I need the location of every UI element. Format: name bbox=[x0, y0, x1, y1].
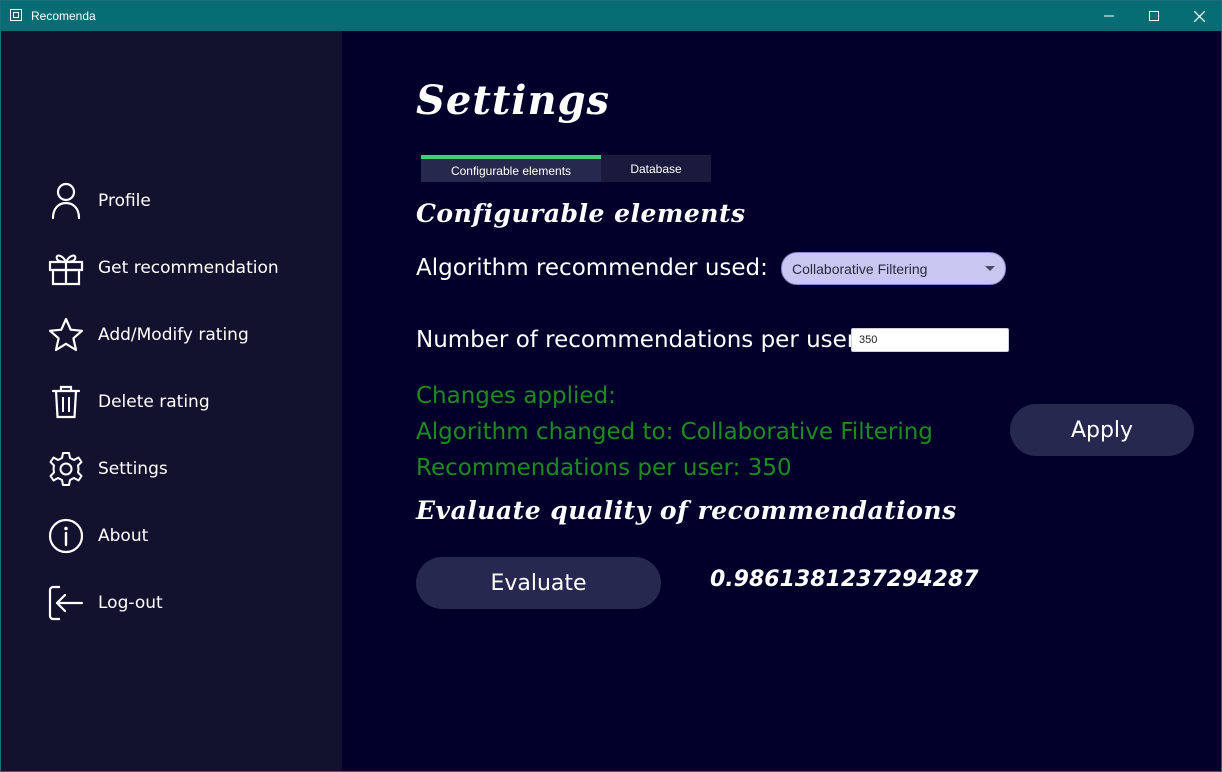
evaluate-button[interactable]: Evaluate bbox=[416, 557, 661, 609]
sidebar-item-add-modify-rating[interactable]: Add/Modify rating bbox=[47, 315, 327, 355]
window-title: Recomenda bbox=[31, 9, 96, 23]
apply-button[interactable]: Apply bbox=[1010, 404, 1194, 456]
close-button[interactable] bbox=[1176, 1, 1222, 31]
maximize-button[interactable] bbox=[1131, 1, 1177, 31]
close-icon bbox=[1193, 10, 1205, 22]
tab-configurable-elements[interactable]: Configurable elements bbox=[421, 155, 601, 182]
app-window: Recomenda Profile Get recommendation Add… bbox=[0, 0, 1222, 772]
sidebar-item-label: About bbox=[98, 526, 149, 546]
sidebar-item-about[interactable]: About bbox=[47, 516, 327, 556]
maximize-icon bbox=[1149, 11, 1159, 21]
sidebar-item-label: Log-out bbox=[98, 593, 163, 613]
app-logo-icon bbox=[10, 9, 22, 21]
user-icon bbox=[47, 181, 85, 221]
logout-icon bbox=[47, 583, 85, 623]
status-message: Changes applied: bbox=[416, 383, 616, 409]
title-bar[interactable]: Recomenda bbox=[1, 1, 1221, 31]
status-message: Algorithm changed to: Collaborative Filt… bbox=[416, 419, 933, 445]
sidebar-item-label: Get recommendation bbox=[98, 258, 279, 278]
sidebar-item-settings[interactable]: Settings bbox=[47, 449, 327, 489]
chevron-down-icon bbox=[985, 266, 995, 271]
trash-icon bbox=[47, 382, 85, 422]
sidebar-item-label: Delete rating bbox=[98, 392, 210, 412]
gear-icon bbox=[47, 449, 85, 489]
main-content: Settings Configurable elements Database … bbox=[342, 31, 1221, 771]
recommendations-count-label: Number of recommendations per user: bbox=[416, 327, 864, 353]
sidebar-item-log-out[interactable]: Log-out bbox=[47, 583, 327, 623]
evaluation-score: 0.9861381237294287 bbox=[710, 567, 979, 592]
sidebar: Profile Get recommendation Add/Modify ra… bbox=[1, 31, 342, 771]
sidebar-item-label: Settings bbox=[98, 459, 168, 479]
algorithm-select[interactable]: Collaborative Filtering bbox=[781, 252, 1006, 285]
algorithm-label: Algorithm recommender used: bbox=[416, 255, 768, 281]
sidebar-item-get-recommendation[interactable]: Get recommendation bbox=[47, 248, 327, 288]
evaluate-heading: Evaluate quality of recommendations bbox=[416, 496, 957, 525]
page-title: Settings bbox=[416, 77, 611, 124]
sidebar-item-label: Add/Modify rating bbox=[98, 325, 249, 345]
status-message: Recommendations per user: 350 bbox=[416, 455, 792, 481]
info-icon bbox=[47, 516, 85, 556]
gift-icon bbox=[47, 248, 85, 288]
minimize-button[interactable] bbox=[1086, 1, 1132, 31]
sidebar-item-label: Profile bbox=[98, 191, 151, 211]
sidebar-item-profile[interactable]: Profile bbox=[47, 181, 327, 221]
star-icon bbox=[47, 315, 85, 355]
recommendations-count-input[interactable]: 350 bbox=[851, 328, 1009, 352]
minimize-icon bbox=[1104, 15, 1114, 17]
algorithm-select-value: Collaborative Filtering bbox=[792, 260, 928, 277]
tab-database[interactable]: Database bbox=[601, 155, 711, 182]
sidebar-item-delete-rating[interactable]: Delete rating bbox=[47, 382, 327, 422]
configurable-elements-heading: Configurable elements bbox=[416, 199, 746, 228]
